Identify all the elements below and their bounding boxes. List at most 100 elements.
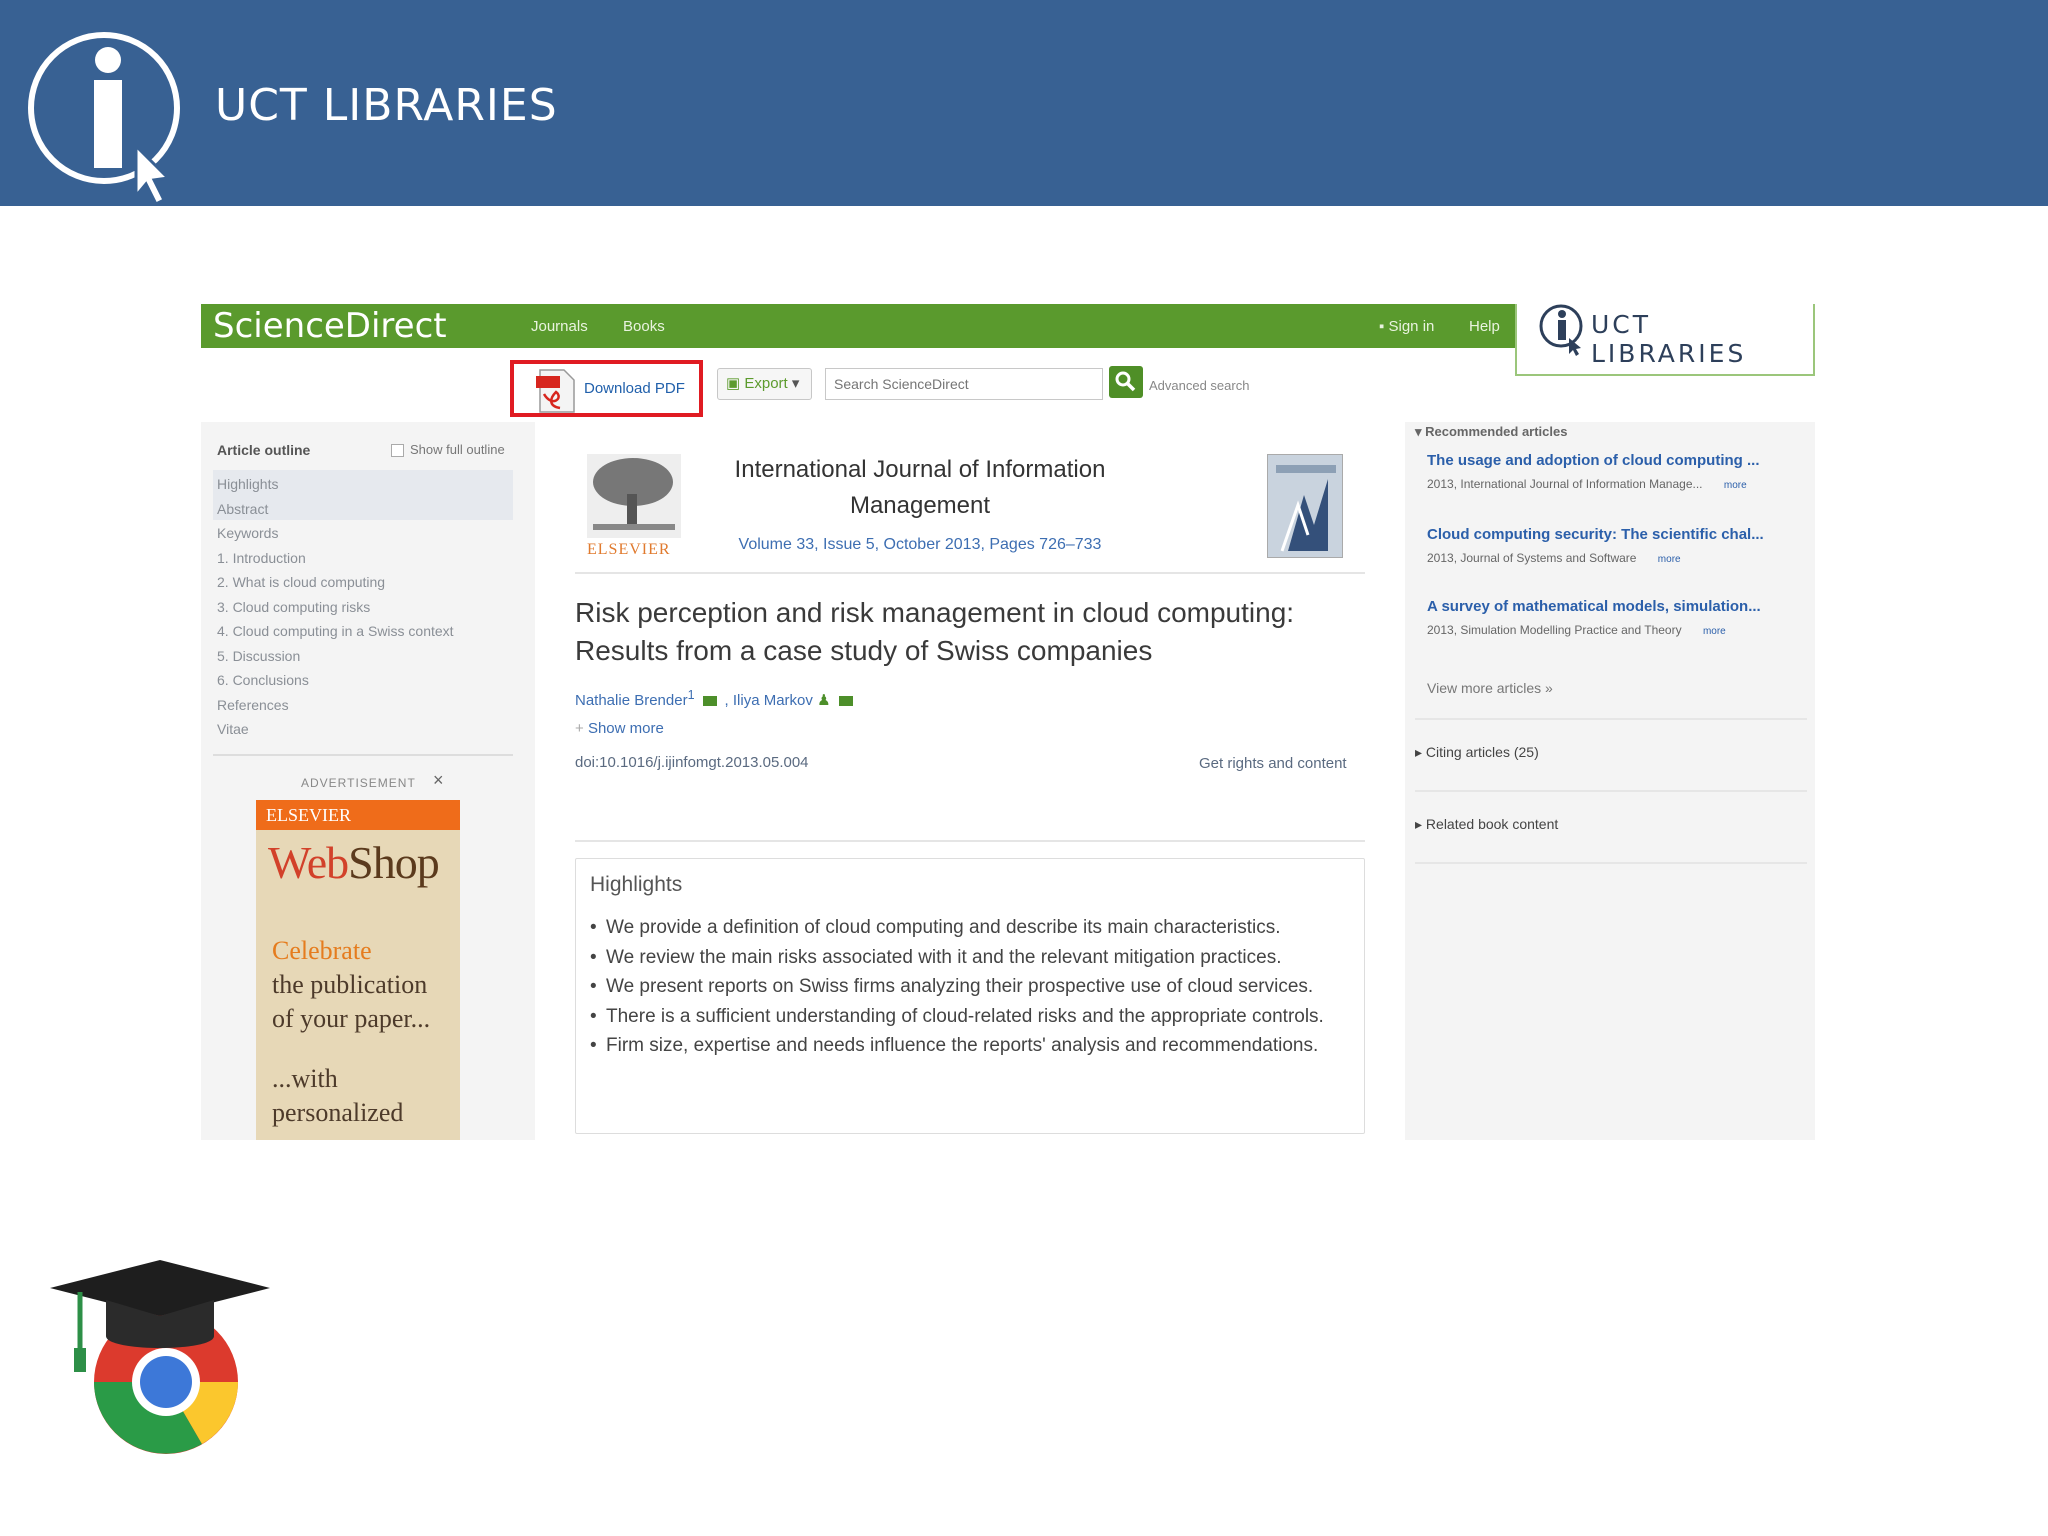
close-icon[interactable]: × — [433, 770, 444, 791]
outline-item-introduction[interactable]: 1. Introduction — [217, 546, 454, 571]
author-name: Nathalie Brender — [575, 692, 688, 709]
outline-item-highlights[interactable]: Highlights — [217, 472, 454, 497]
show-full-outline-toggle[interactable]: Show full outline — [391, 442, 505, 458]
related-book-content-label: Related book content — [1425, 816, 1559, 832]
show-full-outline-label: Show full outline — [410, 442, 505, 457]
view-more-articles-link[interactable]: View more articles » — [1427, 680, 1553, 696]
outline-item-references[interactable]: References — [217, 693, 454, 718]
mail-icon[interactable] — [838, 696, 853, 707]
chevron-down-icon: ▾ — [791, 375, 800, 392]
info-cursor-icon — [28, 32, 180, 207]
related-book-content-toggle[interactable]: ▸ Related book content — [1415, 816, 1558, 833]
article-main: ELSEVIER International Journal of Inform… — [535, 422, 1405, 1140]
export-button[interactable]: ▣ Export ▾ — [717, 368, 812, 400]
info-cursor-icon — [1539, 304, 1583, 356]
author-link[interactable]: Nathalie Brender1 — [575, 688, 695, 709]
highlight-item: There is a sufficient understanding of c… — [590, 1002, 1350, 1032]
help-link[interactable]: Help — [1469, 318, 1500, 335]
ad-webshop-logo: WebShop — [268, 836, 440, 889]
highlight-item: Firm size, expertise and needs influence… — [590, 1031, 1350, 1061]
citing-articles-label: Citing articles (25) — [1425, 744, 1539, 760]
divider — [213, 754, 513, 756]
advertisement-label: ADVERTISEMENT — [301, 776, 416, 790]
doi-link[interactable]: doi:10.1016/j.ijinfomgt.2013.05.004 — [575, 754, 809, 771]
download-pdf-label: Download PDF — [584, 380, 685, 397]
nav-journals[interactable]: Journals — [531, 318, 588, 335]
journal-volume-link[interactable]: Volume 33, Issue 5, October 2013, Pages … — [685, 536, 1155, 554]
mail-icon[interactable] — [702, 696, 717, 707]
highlights-title: Highlights — [590, 873, 683, 896]
search-input[interactable] — [825, 368, 1103, 400]
triangle-right-icon: ▸ — [1415, 816, 1426, 832]
highlight-item: We review the main risks associated with… — [590, 943, 1350, 973]
journal-cover-image[interactable] — [1267, 454, 1343, 558]
sciencedirect-top-bar: ScienceDirect Journals Books ▪ Sign in H… — [201, 304, 1515, 348]
slide-header: UCT LIBRARIES — [0, 0, 2048, 207]
more-link[interactable]: more — [1658, 554, 1681, 565]
outline-item-abstract[interactable]: Abstract — [217, 497, 454, 522]
author-footnote: 1 — [687, 688, 695, 702]
sciencedirect-logo[interactable]: ScienceDirect — [213, 304, 447, 348]
recommended-meta: 2013, Journal of Systems and Software mo… — [1427, 551, 1797, 565]
outline-item-keywords[interactable]: Keywords — [217, 521, 454, 546]
sign-in-link[interactable]: ▪ Sign in — [1379, 318, 1434, 335]
outline-list: Highlights Abstract Keywords 1. Introduc… — [217, 472, 454, 742]
sciencedirect-screenshot: ScienceDirect Journals Books ▪ Sign in H… — [201, 304, 1815, 1140]
recommended-title: Recommended articles — [1425, 424, 1568, 439]
divider — [1415, 718, 1807, 720]
recommended-meta: 2013, International Journal of Informati… — [1427, 477, 1797, 491]
ad-text-line2: the publication — [272, 970, 428, 999]
divider — [1415, 862, 1807, 864]
outline-item-vitae[interactable]: Vitae — [217, 717, 454, 742]
recommended-link[interactable]: The usage and adoption of cloud computin… — [1427, 452, 1797, 469]
outline-item-conclusions[interactable]: 6. Conclusions — [217, 668, 454, 693]
divider — [575, 572, 1365, 574]
journal-title[interactable]: International Journal of Information Man… — [685, 452, 1155, 524]
recommended-link[interactable]: Cloud computing security: The scientific… — [1427, 526, 1797, 543]
outline-item-what-is-cloud[interactable]: 2. What is cloud computing — [217, 570, 454, 595]
outline-item-discussion[interactable]: 5. Discussion — [217, 644, 454, 669]
search-button[interactable] — [1109, 366, 1143, 398]
recommended-item: Cloud computing security: The scientific… — [1427, 526, 1797, 565]
triangle-right-icon: ▸ — [1415, 744, 1426, 760]
highlight-item: We present reports on Swiss firms analyz… — [590, 972, 1350, 1002]
author-list: Nathalie Brender1, Iliya Markov ♟ — [575, 688, 861, 709]
show-more-toggle[interactable]: + Show more — [575, 720, 664, 737]
ad-shop-text: Shop — [348, 837, 440, 888]
search-icon — [1115, 371, 1136, 392]
elsevier-wordmark: ELSEVIER — [587, 541, 671, 558]
article-title: Risk perception and risk management in c… — [575, 597, 1295, 666]
plus-icon: + — [575, 720, 588, 737]
nav-books[interactable]: Books — [623, 318, 665, 335]
recommended-item: The usage and adoption of cloud computin… — [1427, 452, 1797, 491]
recommended-meta: 2013, Simulation Modelling Practice and … — [1427, 623, 1797, 637]
advanced-search-link[interactable]: Advanced search — [1149, 378, 1249, 393]
recommended-link[interactable]: A survey of mathematical models, simulat… — [1427, 598, 1797, 615]
user-icon: ▪ — [1379, 318, 1389, 335]
elsevier-logo: ELSEVIER — [587, 454, 681, 559]
outline-item-swiss-context[interactable]: 4. Cloud computing in a Swiss context — [217, 619, 454, 644]
recommended-header[interactable]: ▾ Recommended articles — [1415, 424, 1567, 440]
slide-title: UCT LIBRARIES — [215, 80, 558, 131]
cover-art — [1276, 465, 1336, 552]
more-link[interactable]: more — [1703, 626, 1726, 637]
ad-text-line3: of your paper... — [272, 1004, 431, 1033]
highlight-item: We provide a definition of cloud computi… — [590, 913, 1350, 943]
outline-item-risks[interactable]: 3. Cloud computing risks — [217, 595, 454, 620]
recommended-source: 2013, Journal of Systems and Software — [1427, 551, 1637, 565]
chrome-graduation-cap-icon — [50, 1260, 270, 1454]
rights-link[interactable]: Get rights and content — [1199, 755, 1347, 772]
export-icon: ▣ — [726, 375, 745, 392]
author-link[interactable]: Iliya Markov — [733, 692, 813, 709]
advertisement-banner[interactable]: ELSEVIER WebShop Celebrate the publicati… — [256, 800, 460, 1140]
divider — [1415, 790, 1807, 792]
triangle-down-icon: ▾ — [1415, 424, 1426, 439]
article-outline-panel: Article outline Show full outline Highli… — [201, 422, 535, 1140]
checkbox[interactable] — [391, 444, 404, 458]
sign-in-label: Sign in — [1388, 318, 1435, 335]
citing-articles-toggle[interactable]: ▸ Citing articles (25) — [1415, 744, 1539, 761]
more-link[interactable]: more — [1724, 480, 1747, 491]
recommended-source: 2013, Simulation Modelling Practice and … — [1427, 623, 1682, 637]
download-pdf-button[interactable]: Download PDF — [510, 360, 703, 417]
recommended-source: 2013, International Journal of Informati… — [1427, 477, 1703, 491]
